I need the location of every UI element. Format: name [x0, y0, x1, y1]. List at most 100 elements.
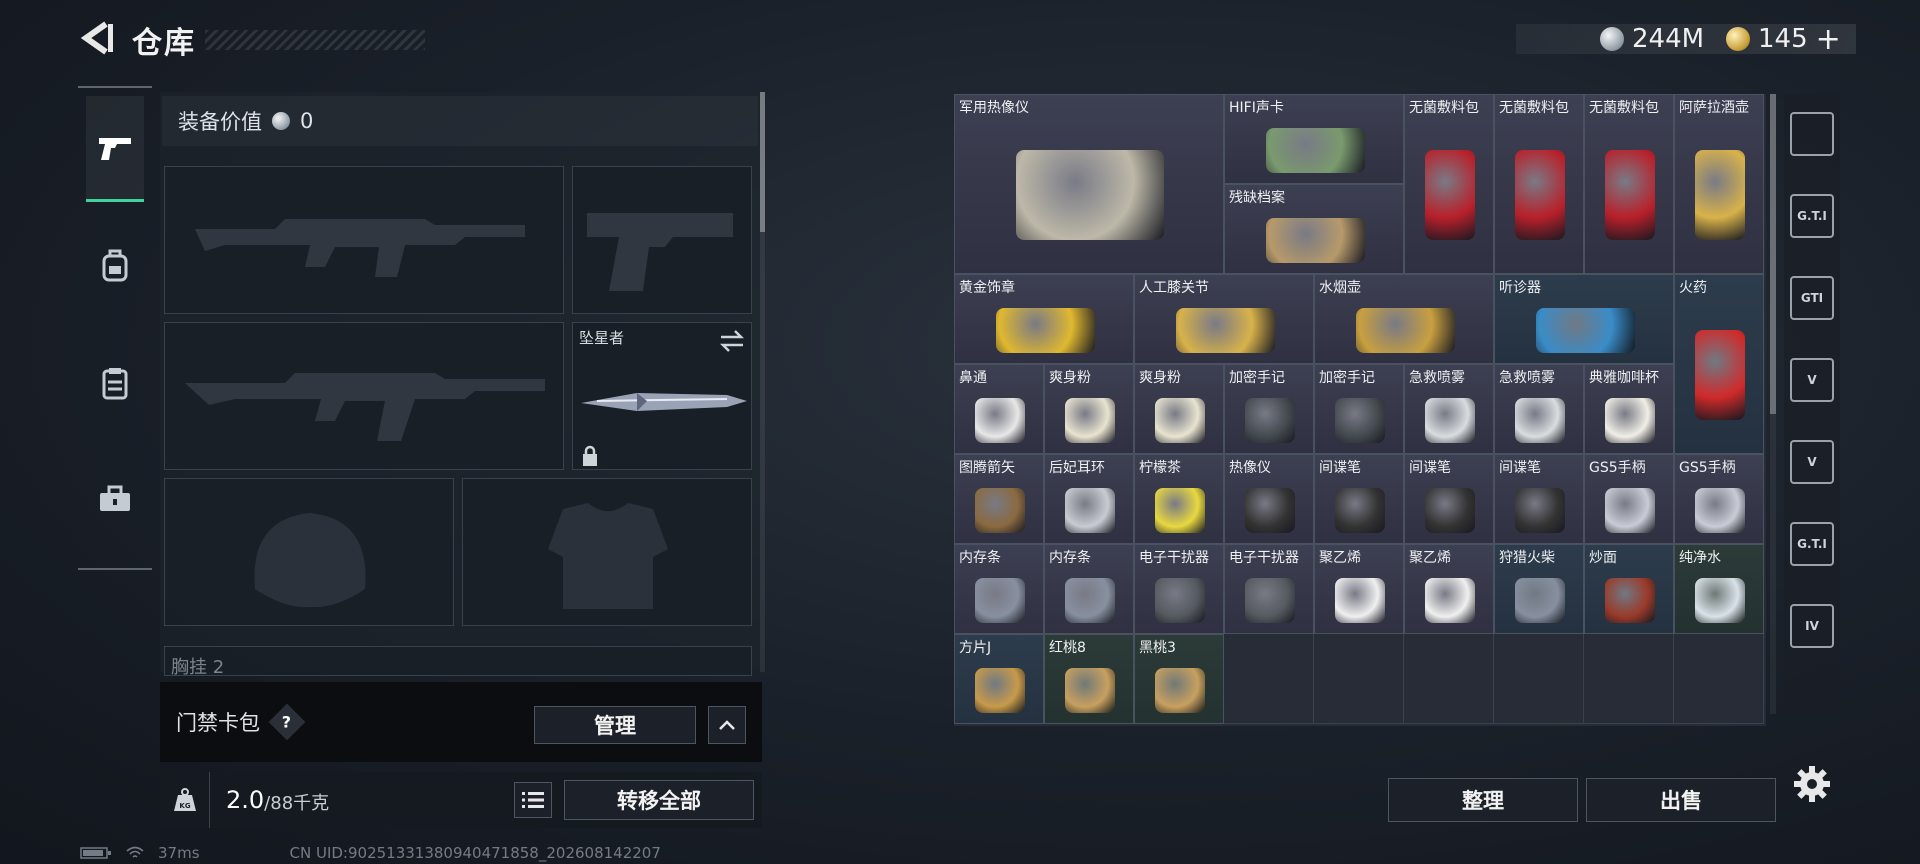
uid-text: CN UID:90251331380940471858_202608142207	[289, 844, 661, 862]
back-button[interactable]	[80, 20, 114, 56]
inventory-item[interactable]: 黑桃3	[1134, 634, 1224, 724]
gold-currency[interactable]: 145 +	[1726, 22, 1841, 57]
inventory-item[interactable]: 内存条	[1044, 544, 1134, 634]
inventory-item[interactable]: 热像仪	[1224, 454, 1314, 544]
inventory-item[interactable]: 无菌敷料包	[1404, 94, 1494, 274]
primary-weapon-slot-2[interactable]	[164, 322, 564, 470]
inventory-item[interactable]: 黄金饰章	[954, 274, 1134, 364]
armor-slot[interactable]	[462, 478, 752, 626]
helmet-slot[interactable]	[164, 478, 454, 626]
list-view-button[interactable]	[514, 782, 552, 818]
inventory-item[interactable]: 电子干扰器	[1134, 544, 1224, 634]
inventory-grid: 军用热像仪 HIFI声卡 残缺档案 无菌敷料包 无菌敷料包 无菌敷料包 阿萨拉酒壶 黄金饰章 人…	[954, 94, 1766, 726]
expand-button[interactable]	[708, 706, 746, 744]
manage-button[interactable]: 管理	[534, 706, 696, 744]
item-artwork	[1605, 487, 1655, 533]
item-name: 鼻通	[959, 370, 987, 386]
melee-slot[interactable]: 坠星者	[572, 322, 752, 470]
inventory-item[interactable]: 典雅咖啡杯	[1584, 364, 1674, 454]
inventory-item[interactable]: 听诊器	[1494, 274, 1674, 364]
inventory-item[interactable]: 后妃耳环	[1044, 454, 1134, 544]
inventory-item[interactable]: 聚乙烯	[1404, 544, 1494, 634]
inventory-item[interactable]: 无菌敷料包	[1494, 94, 1584, 274]
equipment-scroll-thumb[interactable]	[760, 92, 765, 232]
inventory-item[interactable]: 狩猎火柴	[1494, 544, 1584, 634]
inventory-item[interactable]: HIFI声卡	[1224, 94, 1404, 184]
inventory-item[interactable]: GS5手柄	[1674, 454, 1764, 544]
item-artwork	[1515, 150, 1565, 240]
empty-grid-cell[interactable]	[1584, 634, 1674, 724]
inventory-item[interactable]: 方片J	[954, 634, 1044, 724]
inventory-item[interactable]: 军用热像仪	[954, 94, 1224, 274]
inventory-item[interactable]: 人工膝关节	[1134, 274, 1314, 364]
inventory-item[interactable]: 阿萨拉酒壶	[1674, 94, 1764, 274]
item-artwork	[1155, 577, 1205, 623]
inventory-item[interactable]: 红桃8	[1044, 634, 1134, 724]
item-artwork	[975, 397, 1025, 443]
empty-grid-cell[interactable]	[1674, 634, 1764, 724]
inventory-item[interactable]: 加密手记	[1224, 364, 1314, 454]
inventory-item[interactable]: 电子干扰器	[1224, 544, 1314, 634]
chest-rig-slot[interactable]: 胸挂 2	[164, 646, 752, 676]
gti-gun-icon[interactable]: G.T.I	[1790, 194, 1834, 238]
inventory-item[interactable]: 残缺档案	[1224, 184, 1404, 274]
tab-backpack[interactable]	[86, 212, 144, 318]
item-name: GS5手柄	[1589, 460, 1646, 476]
gti-hand-icon[interactable]: G.T.I	[1790, 522, 1834, 566]
inventory-item[interactable]: 水烟壶	[1314, 274, 1494, 364]
item-name: 军用热像仪	[959, 100, 1029, 116]
item-artwork	[975, 577, 1025, 623]
inventory-item[interactable]: 爽身粉	[1134, 364, 1224, 454]
lock-icon	[583, 445, 597, 466]
inventory-item[interactable]: 间谍笔	[1494, 454, 1584, 544]
melee-slot-label: 坠星者	[579, 329, 625, 347]
inventory-item[interactable]: 火药	[1674, 274, 1764, 454]
category-label: G.T.I	[1797, 209, 1827, 223]
weight-icon-box: KG	[160, 772, 210, 828]
gti-map-icon[interactable]: GTI	[1790, 276, 1834, 320]
help-icon[interactable]: ?	[268, 703, 306, 741]
sell-button[interactable]: 出售	[1586, 778, 1776, 822]
empty-grid-cell[interactable]	[1494, 634, 1584, 724]
transfer-all-button[interactable]: 转移全部	[564, 780, 754, 820]
iv-add-icon[interactable]: IV	[1790, 604, 1834, 648]
add-gold-button[interactable]: +	[1816, 22, 1841, 57]
item-name: 红桃8	[1049, 640, 1086, 656]
sort-button[interactable]: 整理	[1388, 778, 1578, 822]
settings-button[interactable]	[1792, 764, 1832, 804]
item-artwork	[1535, 307, 1635, 353]
tab-vest[interactable]	[86, 330, 144, 436]
inventory-item[interactable]: 内存条	[954, 544, 1044, 634]
inventory-item[interactable]: 无菌敷料包	[1584, 94, 1674, 274]
inventory-item[interactable]: 急救喷雾	[1494, 364, 1584, 454]
inventory-scroll-thumb[interactable]	[1770, 94, 1776, 414]
primary-weapon-slot-1[interactable]	[164, 166, 564, 314]
sidearm-slot[interactable]	[572, 166, 752, 314]
inventory-item[interactable]: GS5手柄	[1584, 454, 1674, 544]
pistol-silhouette-icon	[587, 213, 733, 291]
inventory-item[interactable]: 加密手记	[1314, 364, 1404, 454]
empty-grid-cell[interactable]	[1314, 634, 1404, 724]
v-case-icon[interactable]: V	[1790, 358, 1834, 402]
inventory-item[interactable]: 间谍笔	[1404, 454, 1494, 544]
inventory-item[interactable]: 纯净水	[1674, 544, 1764, 634]
inventory-item[interactable]: 图腾箭矢	[954, 454, 1044, 544]
v-box-icon[interactable]: V	[1790, 440, 1834, 484]
tab-toolbox[interactable]	[86, 446, 144, 552]
inventory-item[interactable]: 炒面	[1584, 544, 1674, 634]
empty-grid-cell[interactable]	[1404, 634, 1494, 724]
gate-icon[interactable]	[1790, 112, 1834, 156]
item-name: 无菌敷料包	[1589, 100, 1659, 116]
inventory-item[interactable]: 鼻通	[954, 364, 1044, 454]
tab-weapons[interactable]	[86, 96, 144, 202]
item-name: 图腾箭矢	[959, 460, 1015, 476]
empty-grid-cell[interactable]	[1224, 634, 1314, 724]
item-artwork	[1425, 150, 1475, 240]
inventory-item[interactable]: 柠檬茶	[1134, 454, 1224, 544]
inventory-item[interactable]: 爽身粉	[1044, 364, 1134, 454]
inventory-item[interactable]: 急救喷雾	[1404, 364, 1494, 454]
item-name: 无菌敷料包	[1409, 100, 1479, 116]
inventory-item[interactable]: 间谍笔	[1314, 454, 1404, 544]
swap-icon[interactable]	[719, 329, 745, 353]
inventory-item[interactable]: 聚乙烯	[1314, 544, 1404, 634]
